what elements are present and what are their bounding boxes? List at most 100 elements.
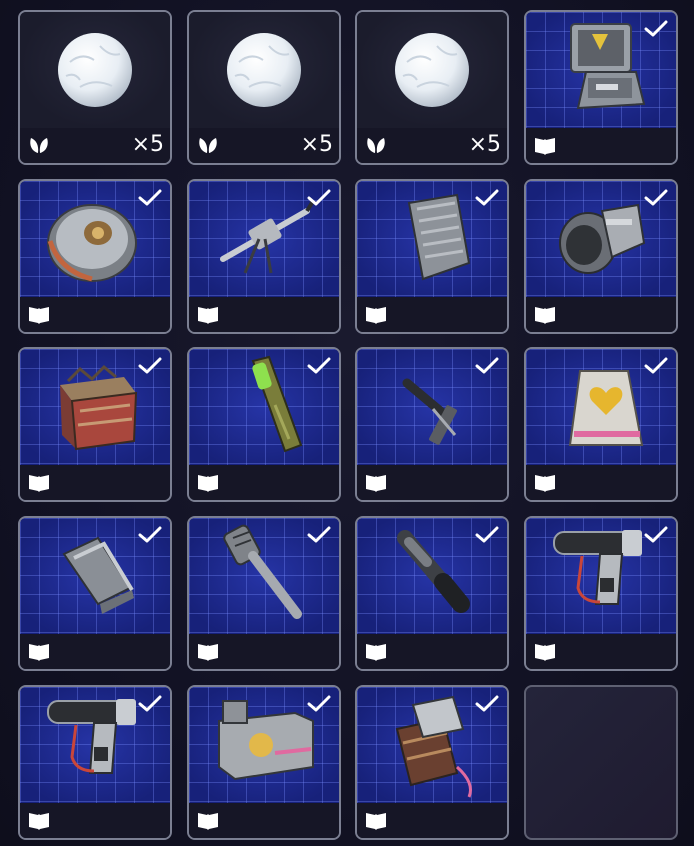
inventory-slot-hammer-tool[interactable] <box>355 347 509 502</box>
inventory-slot-snowball[interactable]: ×5 <box>355 10 509 165</box>
inventory-slot-toolkit-case[interactable] <box>524 10 678 165</box>
slot-art-area <box>357 12 507 128</box>
slot-art-area <box>526 12 676 128</box>
blueprint-book-icon <box>365 810 387 830</box>
slot-info-bar: ×5 <box>189 128 339 163</box>
slot-info-bar <box>357 297 507 332</box>
blueprint-book-icon <box>534 135 556 155</box>
slot-info-bar <box>20 297 170 332</box>
inventory-slot-metal-plates[interactable] <box>18 516 172 671</box>
item-quantity: ×5 <box>131 132 164 157</box>
slot-info-bar <box>20 465 170 500</box>
checkmark-icon <box>475 695 499 713</box>
blueprint-book-icon <box>28 472 50 492</box>
checkmark-icon <box>307 357 331 375</box>
slot-art-area <box>189 12 339 128</box>
slot-art-area <box>20 687 170 803</box>
blueprint-book-icon <box>197 810 219 830</box>
slot-info-bar <box>20 634 170 669</box>
inventory-slot-flashlight[interactable] <box>355 516 509 671</box>
leaf-icon <box>197 135 219 155</box>
inventory-slot-grenade-stick[interactable] <box>187 516 341 671</box>
inventory-slot-battery-box[interactable] <box>187 685 341 840</box>
slot-info-bar <box>526 634 676 669</box>
slot-art-area <box>20 12 170 128</box>
inventory-slot-heat-gun[interactable] <box>18 685 172 840</box>
blueprint-book-icon <box>534 304 556 324</box>
checkmark-icon <box>307 526 331 544</box>
slot-info-bar <box>357 634 507 669</box>
inventory-slot-tripod-rifle[interactable] <box>187 179 341 334</box>
inventory-slot-glow-tube[interactable] <box>187 347 341 502</box>
inventory-slot-metal-container[interactable] <box>355 179 509 334</box>
checkmark-icon <box>644 189 668 207</box>
slot-art-area <box>189 687 339 803</box>
blueprint-book-icon <box>197 472 219 492</box>
slot-info-bar <box>357 803 507 838</box>
inventory-slot-wooden-crate[interactable] <box>18 347 172 502</box>
slot-art-area <box>20 181 170 297</box>
checkmark-icon <box>138 695 162 713</box>
inventory-slot-round-mine[interactable] <box>18 179 172 334</box>
slot-info-bar <box>526 465 676 500</box>
checkmark-icon <box>475 526 499 544</box>
snowball-item-image <box>395 33 469 107</box>
checkmark-icon <box>475 189 499 207</box>
slot-art-area <box>189 181 339 297</box>
item-quantity: ×5 <box>468 132 501 157</box>
checkmark-icon <box>475 357 499 375</box>
slot-info-bar <box>189 634 339 669</box>
checkmark-icon <box>138 189 162 207</box>
blueprint-book-icon <box>365 472 387 492</box>
slot-art-area <box>20 349 170 465</box>
slot-info-bar <box>357 465 507 500</box>
inventory-slot-snowball[interactable]: ×5 <box>187 10 341 165</box>
slot-art-area <box>526 518 676 634</box>
inventory-slot-snowball[interactable]: ×5 <box>18 10 172 165</box>
slot-art-area <box>526 181 676 297</box>
blueprint-book-icon <box>197 304 219 324</box>
slot-art-area <box>20 518 170 634</box>
slot-info-bar <box>189 297 339 332</box>
leaf-icon <box>365 135 387 155</box>
slot-info-bar <box>189 803 339 838</box>
checkmark-icon <box>644 526 668 544</box>
slot-info-bar: ×5 <box>357 128 507 163</box>
slot-art-area <box>189 349 339 465</box>
blueprint-book-icon <box>534 641 556 661</box>
checkmark-icon <box>307 695 331 713</box>
slot-art-area <box>357 518 507 634</box>
blueprint-book-icon <box>534 472 556 492</box>
inventory-grid: ×5 ×5 ×5 <box>18 10 680 840</box>
checkmark-icon <box>138 357 162 375</box>
slot-info-bar: ×5 <box>20 128 170 163</box>
inventory-slot-barrel-device[interactable] <box>355 685 509 840</box>
slot-info-bar <box>526 128 676 163</box>
blueprint-book-icon <box>197 641 219 661</box>
slot-art-area <box>189 518 339 634</box>
inventory-slot-heat-gun[interactable] <box>524 516 678 671</box>
empty-slot[interactable] <box>524 685 678 840</box>
blueprint-book-icon <box>365 304 387 324</box>
slot-art-area <box>357 687 507 803</box>
blueprint-book-icon <box>365 641 387 661</box>
inventory-slot-heart-medkit[interactable] <box>524 347 678 502</box>
slot-art-area <box>526 349 676 465</box>
blueprint-book-icon <box>28 304 50 324</box>
checkmark-icon <box>138 526 162 544</box>
blueprint-book-icon <box>28 641 50 661</box>
checkmark-icon <box>644 20 668 38</box>
slot-info-bar <box>526 297 676 332</box>
slot-info-bar <box>20 803 170 838</box>
leaf-icon <box>28 135 50 155</box>
checkmark-icon <box>644 357 668 375</box>
checkmark-icon <box>307 189 331 207</box>
item-quantity: ×5 <box>300 132 333 157</box>
blueprint-book-icon <box>28 810 50 830</box>
snowball-item-image <box>227 33 301 107</box>
slot-art-area <box>357 349 507 465</box>
slot-art-area <box>357 181 507 297</box>
inventory-slot-cylinder-device[interactable] <box>524 179 678 334</box>
slot-info-bar <box>189 465 339 500</box>
snowball-item-image <box>58 33 132 107</box>
